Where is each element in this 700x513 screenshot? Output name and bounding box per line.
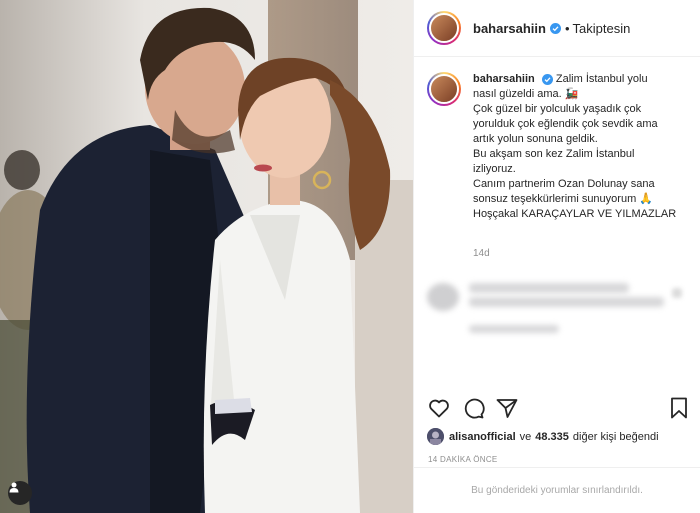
comment-avatar [427, 283, 459, 311]
separator-dot: • [564, 20, 570, 36]
caption-line: Çok güzel bir yolculuk yaşadık çok [473, 103, 642, 115]
verified-badge-icon [541, 74, 553, 85]
caption-line: baharsahiin Zalim İstanbul yolu [473, 72, 693, 87]
comment-icon[interactable] [461, 396, 485, 420]
comment-text-placeholder [469, 297, 664, 307]
caption-line: Canım partnerim Ozan Dolunay sana [473, 178, 655, 190]
user-icon[interactable] [8, 481, 32, 505]
caption: baharsahiin Zalim İstanbul yolu nasıl gü… [427, 72, 693, 222]
likes-suffix: diğer kişi beğendi [572, 430, 659, 443]
author-avatar[interactable] [427, 11, 461, 45]
likes-connector: ve [519, 430, 532, 443]
verified-badge-icon [549, 22, 561, 34]
comment-meta-placeholder [469, 325, 559, 333]
action-bar [427, 396, 691, 422]
author-username[interactable]: baharsahiin [473, 21, 546, 36]
bookmark-icon[interactable] [667, 396, 691, 420]
caption-line: yorulduk çok eğlendik çok sevdik ama [473, 118, 658, 130]
likes-count[interactable]: 48.335 [535, 431, 569, 443]
caption-author-avatar[interactable] [427, 72, 461, 106]
caption-text: baharsahiin Zalim İstanbul yolu nasıl gü… [473, 72, 693, 222]
comments-disabled-notice: Bu gönderideki yorumlar sınırlandırıldı. [414, 467, 700, 513]
caption-line: Hoşçakal KARAÇAYLAR VE YILMAZLAR [473, 208, 677, 220]
post-details-panel: baharsahiin • Takiptesin baharsahiin Zal… [413, 0, 700, 513]
caption-time-ago: 14d [473, 248, 490, 259]
liker-username[interactable]: alisanofficial [449, 431, 516, 443]
heart-icon[interactable] [427, 396, 451, 420]
liker-avatar[interactable] [427, 428, 444, 445]
photo-image [0, 0, 413, 513]
post-date: 14 DAKİKA ÖNCE [428, 455, 498, 464]
post-header: baharsahiin • Takiptesin [414, 0, 700, 57]
likes-summary: alisanofficial ve 48.335 diğer kişi beğe… [427, 428, 659, 445]
post-photo[interactable] [0, 0, 413, 513]
caption-line: sonsuz teşekkürlerimi sunuyorum 🙏 [473, 193, 653, 205]
share-icon[interactable] [495, 396, 519, 420]
follow-status-button[interactable]: Takiptesin [573, 21, 631, 36]
caption-line-text: Zalim İstanbul yolu [555, 73, 648, 85]
caption-author-username[interactable]: baharsahiin [473, 73, 535, 85]
comment-like-icon [672, 288, 682, 298]
caption-line: artık yolun sonuna geldik. [473, 133, 598, 145]
comment-text-placeholder [469, 283, 629, 293]
caption-line: Bu akşam son kez Zalim İstanbul [473, 148, 635, 160]
post-modal: baharsahiin • Takiptesin baharsahiin Zal… [0, 0, 700, 513]
caption-line: izliyoruz. [473, 163, 516, 175]
caption-line: nasıl güzeldi ama. 🚂 [473, 88, 579, 100]
